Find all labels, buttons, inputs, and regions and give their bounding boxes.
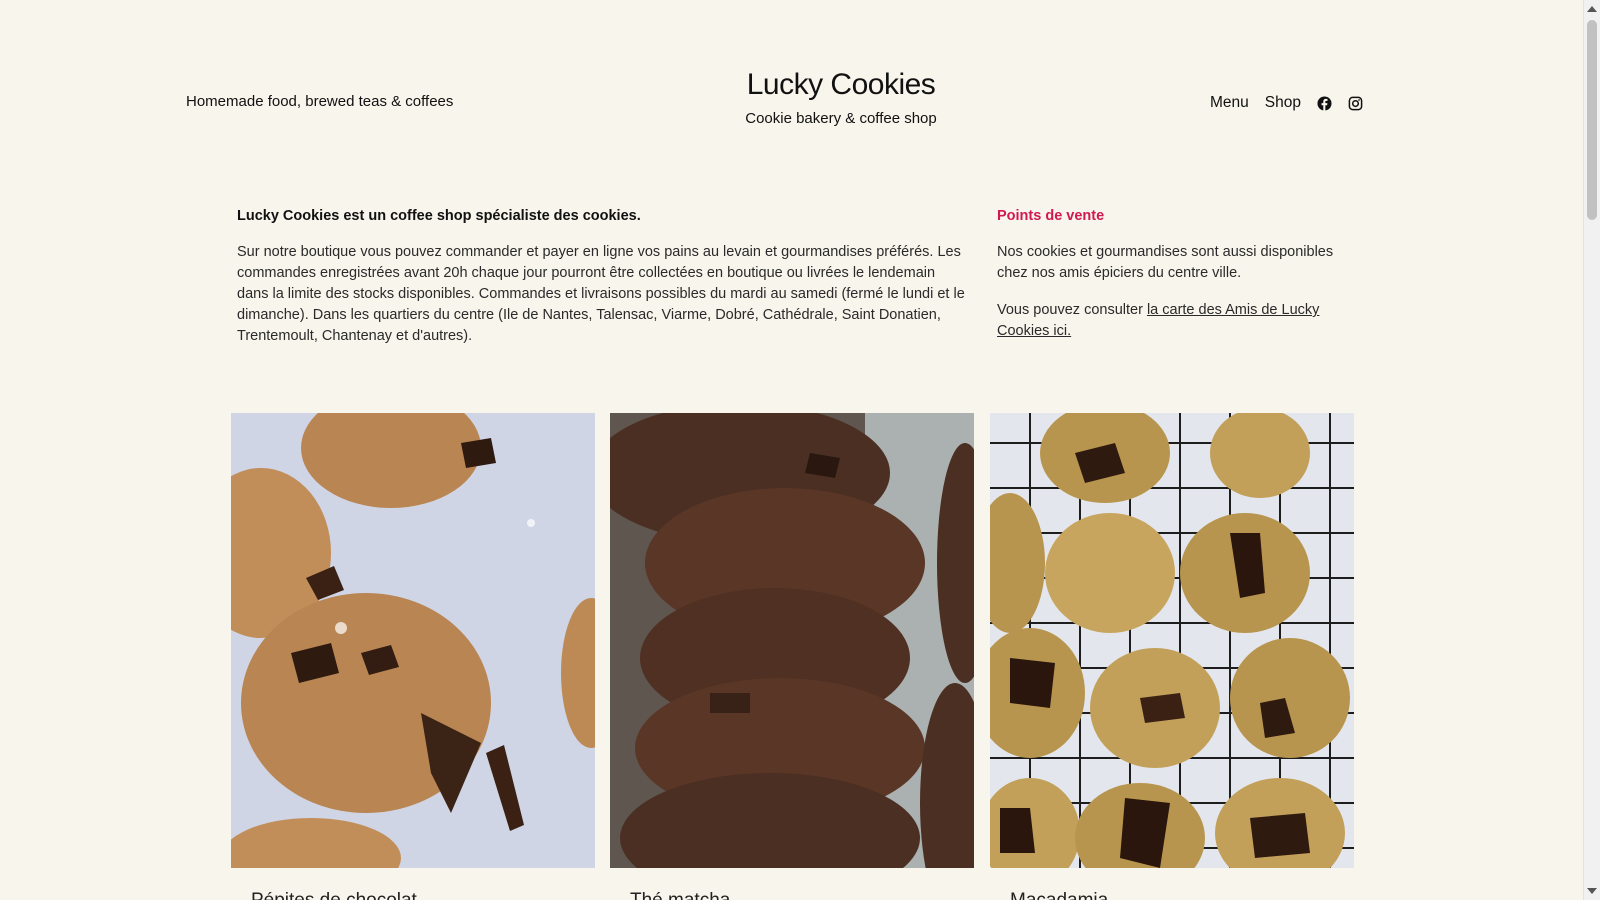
product-name[interactable]: Pépites de chocolat: [251, 890, 417, 900]
product-image-pepites[interactable]: [231, 413, 595, 868]
points-de-vente-section: Points de vente Nos cookies et gourmandi…: [997, 206, 1357, 358]
map-text-prefix: Vous pouvez consulter: [997, 302, 1147, 318]
intro-body: Sur notre boutique vous pouvez commander…: [237, 244, 965, 344]
site-subtitle: Cookie bakery & coffee shop: [745, 110, 937, 127]
scroll-down-arrow-icon[interactable]: [1587, 888, 1597, 894]
page-scrollbar[interactable]: [1583, 0, 1600, 900]
facebook-icon[interactable]: [1317, 95, 1332, 111]
product-card-macadamia[interactable]: Macadamia: [990, 413, 1354, 900]
product-name[interactable]: Macadamia: [1010, 890, 1108, 900]
instagram-icon[interactable]: [1348, 96, 1363, 111]
scroll-up-arrow-icon[interactable]: [1587, 6, 1597, 12]
intro-heading: Lucky Cookies est un coffee shop spécial…: [237, 208, 641, 224]
points-de-vente-text: Nos cookies et gourmandises sont aussi d…: [997, 244, 1334, 281]
product-card-matcha[interactable]: Thé matcha: [610, 413, 974, 900]
nav-shop-link[interactable]: Shop: [1265, 94, 1301, 112]
product-name[interactable]: Thé matcha: [630, 890, 730, 900]
nav-menu-link[interactable]: Menu: [1210, 94, 1249, 112]
intro-section: Lucky Cookies est un coffee shop spécial…: [237, 206, 967, 347]
product-image-macadamia[interactable]: [990, 413, 1354, 868]
points-de-vente-map-text: Vous pouvez consulter la carte des Amis …: [997, 300, 1357, 342]
page: Homemade food, brewed teas & coffees Luc…: [0, 0, 1584, 900]
product-card-pepites[interactable]: Pépites de chocolat: [231, 413, 595, 900]
product-image-matcha[interactable]: [610, 413, 974, 868]
scroll-thumb[interactable]: [1587, 20, 1597, 220]
main-nav: Menu Shop: [1210, 94, 1363, 112]
points-de-vente-heading: Points de vente: [997, 208, 1105, 224]
